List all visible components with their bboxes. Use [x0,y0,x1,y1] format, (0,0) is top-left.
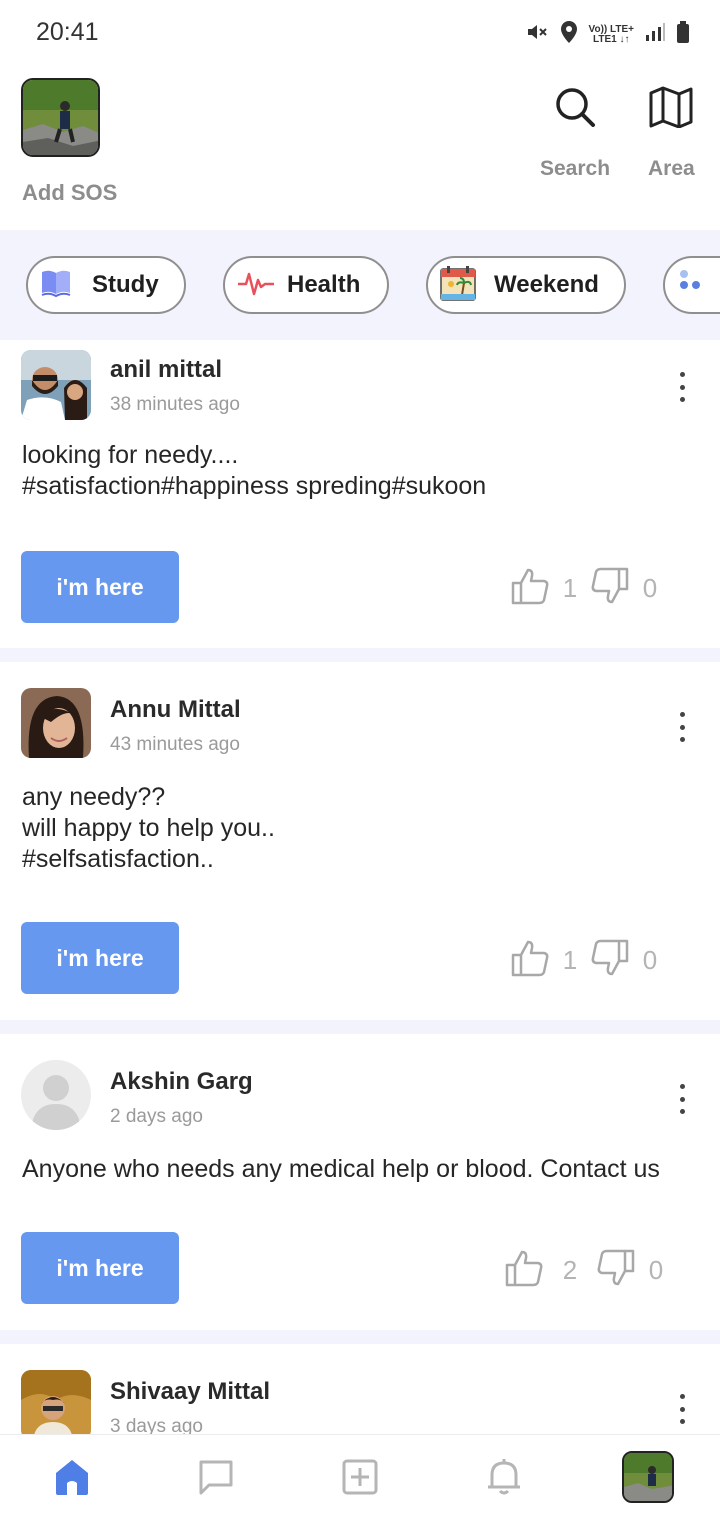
avatar[interactable] [21,1370,91,1434]
signal-icon [644,21,666,48]
search-icon [554,86,596,133]
mute-icon [525,20,549,49]
search-label: Search [540,157,611,180]
search-button[interactable]: Search [540,86,610,181]
dislike-count: 0 [648,1254,664,1285]
post-author[interactable]: Annu Mittal [110,696,241,724]
add-post-icon [340,1457,380,1502]
home-icon [52,1457,92,1502]
dislike-count: 0 [642,572,658,603]
category-label: Study [92,271,159,298]
post-time: 38 minutes ago [110,394,240,415]
notifications-icon [484,1457,524,1502]
add-sos-thumbnail[interactable] [21,78,100,157]
top-header: Add SOS Search Area [0,66,720,230]
avatar[interactable] [21,1060,91,1130]
battery-icon [676,20,690,49]
avatar[interactable] [21,688,91,758]
post-text: any needy?? will happy to help you.. #se… [22,783,275,873]
profile-avatar[interactable] [622,1451,674,1503]
book-icon [40,268,72,303]
post-more-menu[interactable] [670,712,694,742]
vote-bar: 1 0 [510,938,670,982]
im-here-button[interactable]: i'm here [21,922,179,994]
post-time: 43 minutes ago [110,734,240,755]
more-categories-icon [677,268,701,303]
nav-notifications[interactable] [482,1457,526,1501]
nav-add-post[interactable] [338,1457,382,1501]
avatar[interactable] [21,350,91,420]
nav-home[interactable] [50,1457,94,1501]
thumbs-up-icon[interactable] [510,938,550,983]
network-bottom-label: LTE1 ↓↑ [593,33,630,45]
thumbs-up-icon[interactable] [510,566,550,611]
im-here-button[interactable]: i'm here [21,1232,179,1304]
post-more-menu[interactable] [670,1394,694,1424]
post-card: anil mittal 38 minutes ago looking for n… [0,340,720,648]
add-sos-label[interactable]: Add SOS [22,180,117,206]
post-card: Shivaay Mittal 3 days ago [0,1344,720,1434]
location-icon [559,20,579,49]
im-here-button[interactable]: i'm here [21,551,179,623]
dislike-count: 0 [642,944,658,975]
post-author[interactable]: anil mittal [110,356,222,384]
post-time: 3 days ago [110,1416,203,1434]
heartbeat-icon [237,268,275,303]
status-time: 20:41 [36,18,99,46]
post-feed[interactable]: anil mittal 38 minutes ago looking for n… [0,340,720,1434]
status-bar: 20:41 Vo)) LTE+ LTE1 ↓↑ [0,0,720,66]
post-card: Annu Mittal 43 minutes ago any needy?? w… [0,662,720,1020]
calendar-beach-icon [440,265,476,306]
like-count: 1 [562,572,578,603]
category-label: Health [287,271,361,298]
thumbs-down-icon[interactable] [590,566,630,611]
post-more-menu[interactable] [670,372,694,402]
post-text: Anyone who needs any medical help or blo… [22,1155,660,1183]
nav-chat[interactable] [194,1457,238,1501]
category-chip-study[interactable]: Study [26,256,186,314]
vote-bar: 1 0 [510,566,670,610]
post-text: looking for needy.... #satisfaction#happ… [22,441,487,500]
post-time: 2 days ago [110,1106,203,1127]
post-card: Akshin Garg 2 days ago Anyone who needs … [0,1034,720,1330]
post-more-menu[interactable] [670,1084,694,1114]
bottom-navigation [0,1434,720,1520]
area-label: Area [648,157,695,180]
category-label: Weekend [494,271,599,298]
map-icon [648,86,694,133]
like-count: 1 [562,944,578,975]
chat-icon [196,1457,236,1502]
thumbs-down-icon[interactable] [596,1248,636,1293]
post-author[interactable]: Shivaay Mittal [110,1378,270,1406]
status-icons: Vo)) LTE+ LTE1 ↓↑ [525,20,690,49]
thumbs-up-icon[interactable] [504,1248,544,1293]
category-chip-more[interactable] [663,256,720,314]
category-chip-health[interactable]: Health [223,256,389,314]
area-button[interactable]: Area [648,86,695,181]
like-count: 2 [562,1254,578,1285]
category-chip-weekend[interactable]: Weekend [426,256,626,314]
vote-bar: 2 0 [504,1248,676,1292]
thumbs-down-icon[interactable] [590,938,630,983]
network-type: Vo)) LTE+ LTE1 ↓↑ [589,24,634,45]
post-author[interactable]: Akshin Garg [110,1068,253,1096]
category-strip: Study Health Weekend [0,230,720,340]
